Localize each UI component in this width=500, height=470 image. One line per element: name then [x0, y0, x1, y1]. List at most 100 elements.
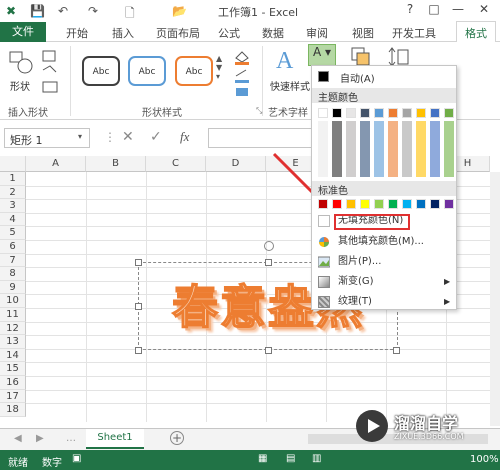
close-button[interactable]: ✕: [474, 2, 494, 20]
help-button[interactable]: ?: [400, 2, 420, 20]
row-header[interactable]: 2: [0, 185, 26, 200]
tab-insert[interactable]: 插入: [112, 25, 134, 41]
shapes-label[interactable]: 形状: [10, 78, 30, 93]
quick-styles-icon[interactable]: A: [276, 48, 300, 78]
tab-data[interactable]: 数据: [262, 25, 284, 41]
insert-function-button[interactable]: fx: [180, 129, 189, 145]
theme-color-swatch[interactable]: [416, 108, 426, 118]
row-header[interactable]: 5: [0, 226, 26, 240]
theme-color-swatch[interactable]: [332, 108, 342, 118]
tab-view[interactable]: 视图: [352, 25, 374, 41]
normal-view-icon[interactable]: ▦: [258, 453, 267, 464]
theme-color-swatch[interactable]: [444, 108, 454, 118]
undo-icon[interactable]: ↶: [58, 4, 68, 18]
standard-color-swatch[interactable]: [332, 199, 342, 209]
add-sheet-icon[interactable]: +: [170, 431, 184, 445]
cancel-icon[interactable]: ✕: [122, 129, 134, 145]
row-header[interactable]: 15: [0, 362, 26, 376]
sheet-tab-sheet1[interactable]: Sheet1: [86, 429, 144, 449]
rotate-handle-icon[interactable]: [264, 241, 274, 251]
macro-record-icon[interactable]: ▣: [72, 453, 81, 464]
name-box-dropdown-icon[interactable]: ▾: [78, 132, 82, 141]
row-header[interactable]: 11: [0, 308, 26, 322]
row-header[interactable]: 8: [0, 267, 26, 281]
standard-color-swatch[interactable]: [374, 199, 384, 209]
shape-fill-outline-effects[interactable]: [232, 48, 256, 98]
scroll-right-icon[interactable]: ▶: [36, 433, 44, 444]
resize-handle[interactable]: [265, 259, 272, 266]
tab-format[interactable]: 格式: [456, 21, 496, 42]
standard-color-swatch[interactable]: [444, 199, 454, 209]
resize-handle[interactable]: [393, 347, 400, 354]
row-header[interactable]: 3: [0, 199, 26, 213]
tab-file[interactable]: 文件: [0, 22, 46, 42]
page-layout-view-icon[interactable]: ▤: [286, 453, 295, 464]
resize-handle[interactable]: [135, 259, 142, 266]
theme-color-swatch[interactable]: [388, 108, 398, 118]
row-header[interactable]: 10: [0, 294, 26, 308]
resize-handle[interactable]: [135, 303, 142, 310]
shape-style-sample-2[interactable]: Abc: [128, 56, 166, 86]
redo-icon[interactable]: ↷: [88, 4, 98, 18]
column-header[interactable]: D: [206, 156, 266, 172]
standard-color-swatch[interactable]: [388, 199, 398, 209]
scroll-left-icon[interactable]: ◀: [14, 433, 22, 444]
quick-styles-label[interactable]: 快速样式: [270, 78, 310, 93]
row-header[interactable]: 17: [0, 389, 26, 404]
formula-input[interactable]: [208, 128, 312, 148]
shape-style-sample-3[interactable]: Abc: [175, 56, 213, 86]
row-header[interactable]: 1: [0, 172, 26, 186]
shape-style-sample-1[interactable]: Abc: [82, 56, 120, 86]
row-header[interactable]: 16: [0, 376, 26, 390]
zoom-level[interactable]: 100%: [470, 454, 499, 465]
page-break-view-icon[interactable]: ▥: [312, 453, 321, 464]
row-header[interactable]: 12: [0, 321, 26, 336]
edit-shape-icons[interactable]: [40, 48, 64, 98]
theme-color-swatch[interactable]: [318, 108, 328, 118]
row-header[interactable]: 14: [0, 348, 26, 363]
fill-color-dropdown[interactable]: 自动(A) 主题颜色 标准色 无填充颜色(N) 其他填充颜色(M)... 图片(…: [311, 65, 457, 310]
row-header[interactable]: 13: [0, 335, 26, 349]
column-header[interactable]: C: [146, 156, 206, 172]
ribbon-display-button[interactable]: □: [424, 2, 444, 20]
vertical-scrollbar[interactable]: [490, 172, 500, 426]
texture-fill-option[interactable]: 纹理(T) ▶: [312, 292, 456, 312]
gradient-fill-option[interactable]: 渐变(G) ▶: [312, 272, 456, 292]
standard-color-swatch[interactable]: [402, 199, 412, 209]
row-header[interactable]: 9: [0, 280, 26, 295]
theme-color-tint-grid[interactable]: [318, 121, 454, 177]
row-header[interactable]: 6: [0, 240, 26, 254]
select-all-corner[interactable]: [0, 156, 26, 172]
standard-color-swatch[interactable]: [346, 199, 356, 209]
dialog-launcher-icon[interactable]: ⤡: [256, 106, 262, 116]
tab-page-layout[interactable]: 页面布局: [156, 25, 200, 41]
text-fill-button[interactable]: A ▾: [308, 44, 336, 66]
shape-styles-scroll[interactable]: ▲ ▼ ▾: [216, 54, 224, 94]
tab-review[interactable]: 审阅: [306, 25, 328, 41]
enter-icon[interactable]: ✓: [150, 129, 162, 145]
more-sheets-icon[interactable]: …: [66, 433, 76, 444]
row-header[interactable]: 18: [0, 403, 26, 417]
standard-color-swatch[interactable]: [318, 199, 328, 209]
more-fill-colors-option[interactable]: 其他填充颜色(M)...: [312, 232, 456, 252]
theme-color-swatch[interactable]: [402, 108, 412, 118]
theme-color-swatch[interactable]: [430, 108, 440, 118]
resize-handle[interactable]: [265, 347, 272, 354]
auto-color-swatch[interactable]: [318, 71, 329, 82]
theme-color-swatch[interactable]: [360, 108, 370, 118]
theme-color-swatch[interactable]: [374, 108, 384, 118]
standard-color-swatch[interactable]: [416, 199, 426, 209]
column-header[interactable]: B: [86, 156, 146, 172]
row-header[interactable]: 4: [0, 212, 26, 227]
resize-handle[interactable]: [135, 347, 142, 354]
no-fill-option[interactable]: 无填充颜色(N): [312, 211, 456, 231]
column-header[interactable]: A: [26, 156, 86, 172]
save-icon[interactable]: 💾: [30, 4, 45, 18]
auto-color-option[interactable]: 自动(A): [340, 70, 375, 85]
tab-home[interactable]: 开始: [66, 25, 88, 41]
theme-color-swatch[interactable]: [346, 108, 356, 118]
shapes-icon[interactable]: [8, 50, 34, 76]
standard-color-swatch[interactable]: [360, 199, 370, 209]
tab-developer[interactable]: 开发工具: [392, 25, 436, 41]
tab-formulas[interactable]: 公式: [218, 25, 240, 41]
